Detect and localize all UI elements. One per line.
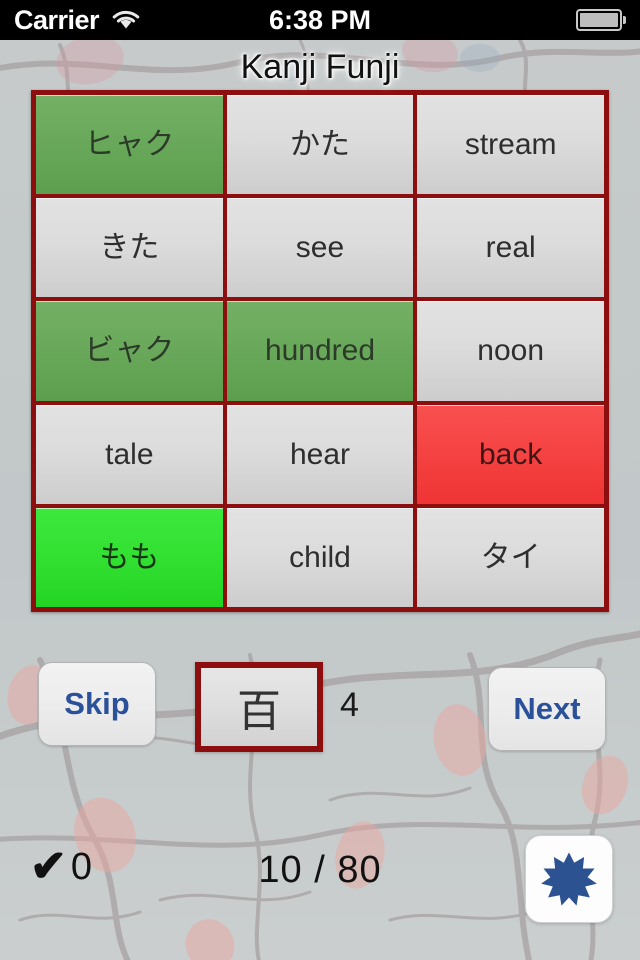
grid-tile[interactable]: hundred [226, 301, 414, 401]
controls-row: Skip 百 4 Next [0, 662, 640, 762]
grid-tile[interactable]: noon [417, 301, 604, 401]
page-title: Kanji Funji [240, 48, 400, 86]
app-screen: Carrier 6:38 PM Kanji Funji ヒャク かた strea… [0, 0, 640, 960]
grid-tile[interactable]: child [226, 507, 414, 607]
ios-status-bar: Carrier 6:38 PM [0, 0, 640, 40]
starburst-button[interactable] [525, 835, 613, 923]
grid-tile[interactable]: きた [36, 198, 223, 298]
current-kanji-display[interactable]: 百 [195, 662, 323, 752]
bottom-status-bar: ✔ 0 10 / 80 [0, 835, 640, 960]
grid-tile[interactable]: real [417, 198, 604, 298]
grid-tile[interactable]: back [417, 404, 604, 504]
grid-tile[interactable]: ヒャク [36, 95, 223, 195]
grid-tile[interactable]: see [226, 198, 414, 298]
grid-tile[interactable]: タイ [417, 507, 604, 607]
grid-tile[interactable]: hear [226, 404, 414, 504]
remaining-count: 4 [340, 686, 359, 724]
clock-label: 6:38 PM [268, 4, 372, 35]
grid-tile[interactable]: かた [226, 95, 414, 195]
battery-icon [576, 9, 626, 31]
next-button[interactable]: Next [488, 667, 606, 751]
grid-tile[interactable]: stream [417, 95, 604, 195]
grid-tile[interactable]: ビャク [36, 301, 223, 401]
grid-tile[interactable]: tale [36, 404, 223, 504]
kanji-tile-grid: ヒャク かた stream きた see real ビャク hundred no… [31, 90, 609, 612]
starburst-icon [541, 852, 597, 906]
grid-tile[interactable]: もも [36, 507, 223, 607]
skip-button[interactable]: Skip [38, 662, 156, 746]
